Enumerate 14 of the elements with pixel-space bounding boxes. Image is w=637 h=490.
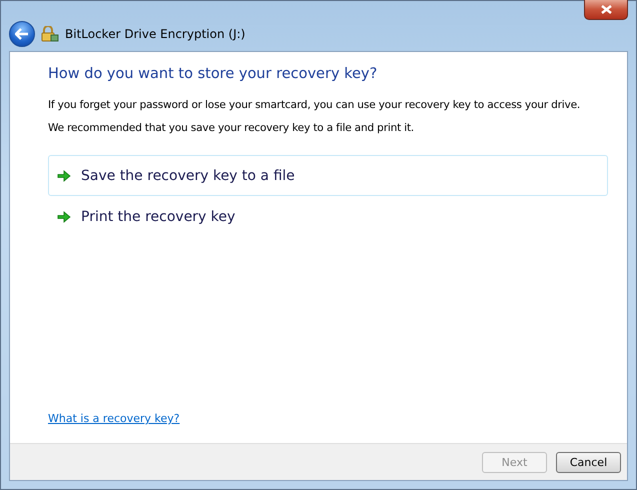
dialog-button[interactable]: Cancel [556,452,621,472]
back-arrow-icon [15,28,29,40]
option-link[interactable]: Save the recovery key to a file [48,155,608,196]
instruction-text: If you forget your password or lose your smartcard, you can use your recovery key to access your drive. [48,99,582,111]
padlock-icon [41,26,59,42]
back-button[interactable] [9,21,35,47]
close-button[interactable] [584,0,628,20]
close-icon [600,5,612,14]
arrow-icon [57,210,71,222]
page-heading: How do you want to store your recovery key? [48,66,378,82]
instruction-text: We recommended that you save your recovery key to a file and print it. [48,122,415,134]
help-link[interactable]: What is a recovery key? [48,412,180,425]
window-title: BitLocker Drive Encryption (J:) [65,27,246,41]
arrow-icon [57,170,71,182]
